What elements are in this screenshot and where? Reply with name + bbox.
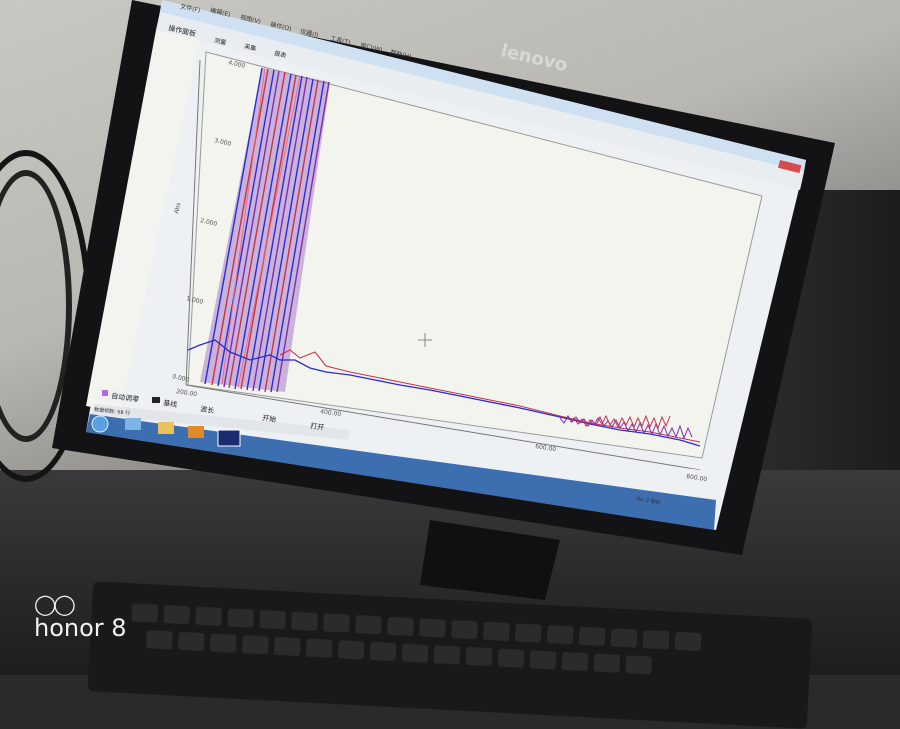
- camera-watermark: ◯◯ honor 8: [34, 592, 127, 642]
- monitor-stand: [420, 520, 560, 600]
- camera-circles-icon: ◯◯: [34, 592, 76, 616]
- lenovo-logo: lenovo: [499, 40, 570, 76]
- monitor: lenovo 4.000 3.000 2.000 1.000 0.000 Abs…: [52, 0, 835, 600]
- baseline-icon: [152, 397, 160, 403]
- taskbar-media-icon[interactable]: [188, 426, 204, 438]
- auto-zero-icon: [102, 390, 108, 396]
- start-button-icon[interactable]: [91, 415, 109, 433]
- taskbar-app-icon[interactable]: [217, 429, 241, 447]
- taskbar-ie-icon[interactable]: [125, 418, 141, 430]
- taskbar-folder-icon[interactable]: [158, 422, 174, 434]
- camera-watermark-text: honor 8: [34, 614, 127, 642]
